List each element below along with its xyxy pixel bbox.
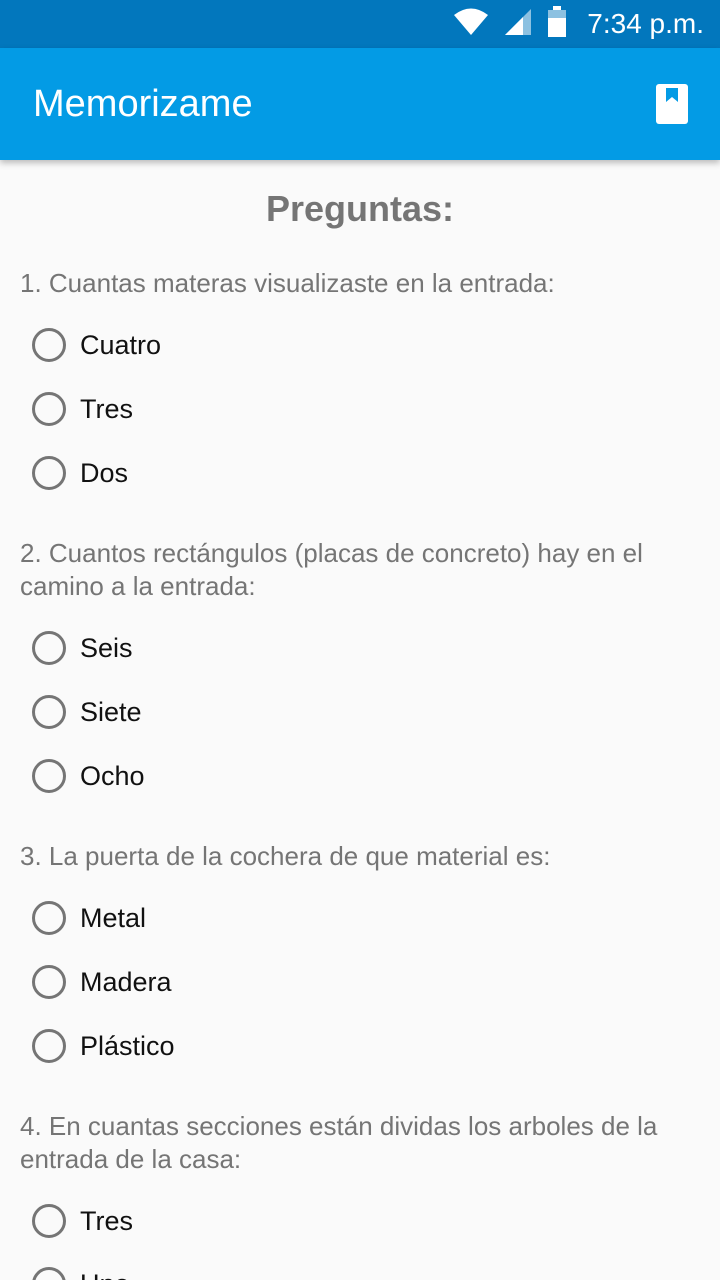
question-3-text: 3. La puerta de la cochera de que materi…: [20, 841, 551, 871]
question-4-option-2[interactable]: Uno: [32, 1260, 130, 1280]
app-bar: Memorizame: [0, 48, 720, 160]
radio-button-icon[interactable]: [32, 328, 66, 362]
option-label: Metal: [80, 902, 147, 933]
page-title: Preguntas:: [265, 188, 455, 229]
radio-button-icon[interactable]: [32, 1204, 66, 1238]
status-icons: 7:34 p.m.: [453, 0, 704, 48]
radio-button-icon[interactable]: [32, 965, 66, 999]
radio-button-icon[interactable]: [32, 1267, 66, 1280]
option-label: Seis: [80, 632, 133, 663]
question-1-text: 1. Cuantas materas visualizaste en la en…: [20, 268, 555, 298]
question-3-option-3[interactable]: Plástico: [32, 1022, 175, 1070]
radio-button-icon[interactable]: [32, 631, 66, 665]
question-2-option-1[interactable]: Seis: [32, 624, 133, 672]
option-label: Uno: [80, 1269, 130, 1280]
radio-button-icon[interactable]: [32, 901, 66, 935]
option-label: Ocho: [80, 760, 145, 791]
question-2-option-2[interactable]: Siete: [32, 688, 142, 736]
radio-button-icon[interactable]: [32, 1029, 66, 1063]
option-label: Tres: [80, 393, 133, 424]
question-4-option-1[interactable]: Tres: [32, 1197, 133, 1245]
option-label: Tres: [80, 1205, 133, 1236]
status-bar: 7:34 p.m.: [0, 0, 720, 48]
battery-icon: [547, 5, 567, 43]
bookmark-button[interactable]: [654, 84, 690, 124]
radio-button-icon[interactable]: [32, 456, 66, 490]
question-1-option-3[interactable]: Dos: [32, 449, 128, 497]
bookmark-icon: [656, 84, 688, 124]
radio-button-icon[interactable]: [32, 759, 66, 793]
option-label: Cuatro: [80, 329, 162, 360]
radio-button-icon[interactable]: [32, 695, 66, 729]
question-4-text: 4. En cuantas secciones están dividas lo…: [20, 1111, 658, 1174]
option-label: Siete: [80, 696, 142, 727]
option-label: Plástico: [80, 1030, 175, 1061]
question-1-option-2[interactable]: Tres: [32, 385, 133, 433]
option-label: Madera: [80, 966, 172, 997]
question-1-option-1[interactable]: Cuatro: [32, 321, 161, 369]
radio-button-icon[interactable]: [32, 392, 66, 426]
question-3-option-2[interactable]: Madera: [32, 958, 172, 1006]
signal-icon: [503, 7, 533, 42]
app-title: Memorizame: [33, 83, 253, 125]
status-time: 7:34 p.m.: [587, 8, 704, 39]
quiz-content: Preguntas: 1. Cuantas materas visualizas…: [0, 160, 720, 1280]
question-2-text: 2. Cuantos rectángulos (placas de concre…: [20, 538, 643, 601]
question-3-option-1[interactable]: Metal: [32, 894, 146, 942]
question-2-option-3[interactable]: Ocho: [32, 752, 145, 800]
option-label: Dos: [80, 457, 129, 488]
wifi-icon: [453, 8, 489, 41]
